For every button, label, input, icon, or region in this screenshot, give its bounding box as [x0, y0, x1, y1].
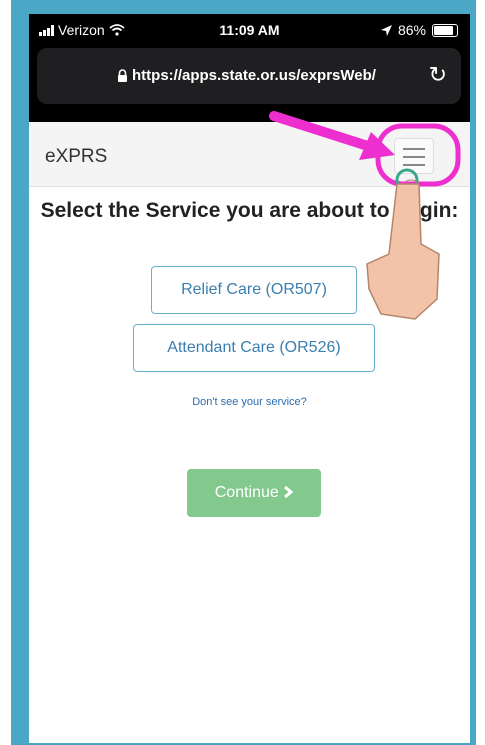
annotation-overlay [269, 111, 461, 320]
phone-screen: Verizon 11:09 AM 86% https://apps.state.… [29, 14, 470, 743]
tap-hand-icon [366, 168, 440, 320]
